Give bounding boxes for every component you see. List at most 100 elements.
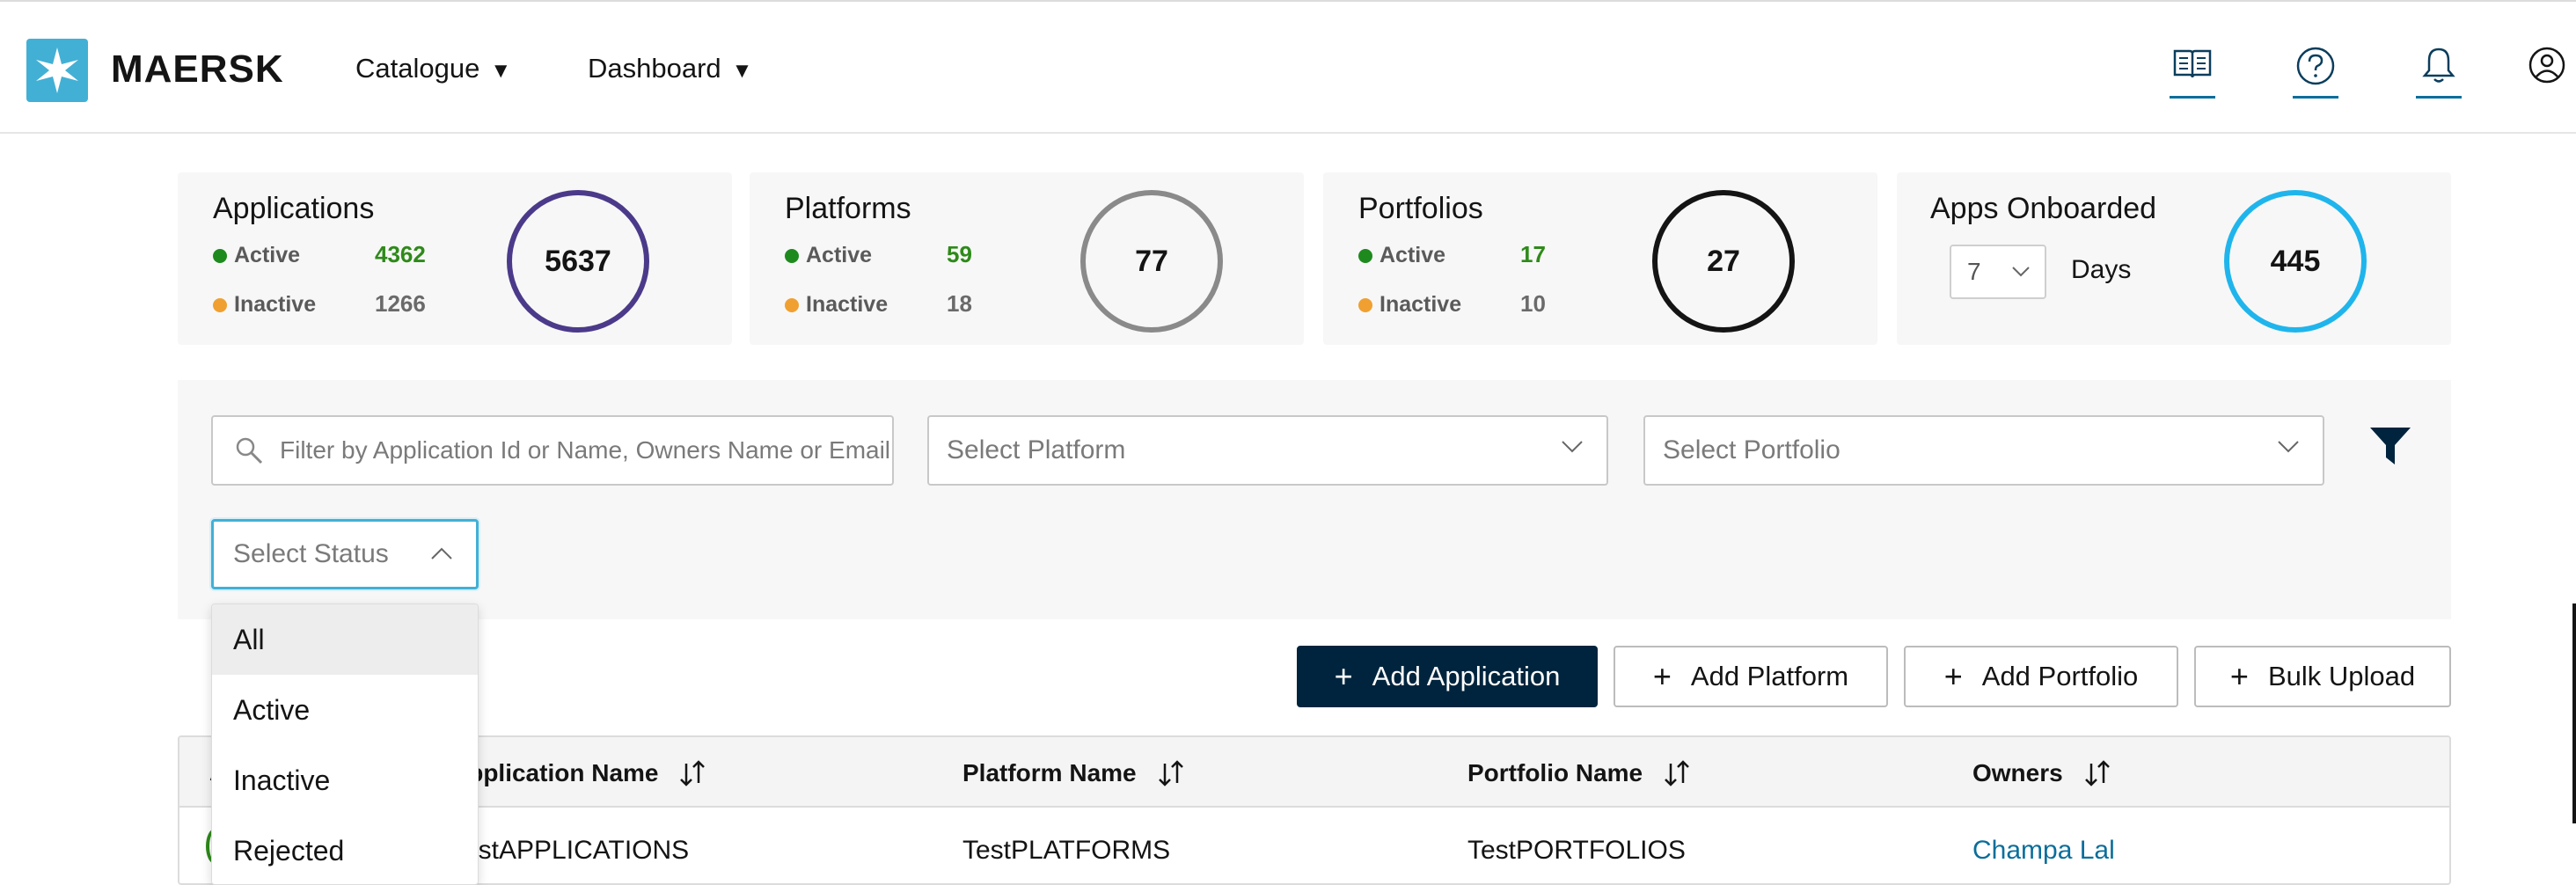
sort-icon[interactable] (677, 758, 707, 788)
filter-panel: Filter by Application Id or Name, Owners… (178, 380, 2451, 619)
status-select[interactable]: Select Status (211, 519, 479, 589)
sort-icon[interactable] (1156, 758, 1186, 788)
active-dot-icon (785, 248, 799, 263)
active-row: Active (213, 243, 300, 268)
status-dropdown-menu: All Active Inactive Rejected (211, 603, 479, 885)
card-title: Platforms (785, 192, 911, 225)
inactive-row: Inactive (1358, 292, 1461, 318)
filter-funnel-icon[interactable] (2368, 426, 2412, 466)
portfolio-placeholder: Select Portfolio (1663, 435, 1841, 464)
active-dot-icon (213, 248, 227, 263)
card-title: Apps Onboarded (1930, 192, 2157, 225)
nav-catalogue[interactable]: Catalogue ▼ (355, 53, 511, 84)
active-label: Active (806, 243, 873, 267)
user-icon[interactable] (2525, 46, 2569, 99)
active-row: Active (1358, 243, 1445, 268)
cell-portfolio-name: TestPORTFOLIOS (1467, 836, 1686, 865)
cell-application-name[interactable]: TestAPPLICATIONS (450, 836, 689, 866)
card-title: Portfolios (1358, 192, 1483, 225)
scrollbar[interactable] (2572, 603, 2576, 823)
add-portfolio-label: Add Portfolio (1981, 661, 2139, 691)
star-icon (36, 48, 78, 93)
nav-dashboard-label: Dashboard (588, 53, 721, 84)
column-header-application[interactable]: Application Name (450, 758, 707, 788)
portfolio-select[interactable]: Select Portfolio (1643, 415, 2324, 486)
cell-platform-name: TestPLATFORMS (962, 836, 1171, 865)
active-label: Active (1379, 243, 1446, 267)
portfolios-card: Portfolios Active 17 Inactive 10 27 (1323, 172, 1877, 345)
maersk-star-logo[interactable] (26, 39, 88, 102)
inactive-dot-icon (1358, 297, 1372, 312)
inactive-label: Inactive (1379, 292, 1462, 317)
card-title: Applications (213, 192, 375, 225)
book-icon[interactable] (2170, 46, 2215, 99)
add-application-button[interactable]: + Add Application (1297, 646, 1598, 707)
active-label: Active (234, 243, 301, 267)
inactive-count: 1266 (375, 290, 426, 317)
status-placeholder: Select Status (233, 539, 389, 568)
plus-icon: + (1652, 658, 1672, 694)
active-dot-icon (1358, 248, 1372, 263)
chevron-down-icon (2012, 267, 2030, 277)
inactive-dot-icon (785, 297, 799, 312)
column-header-owners[interactable]: Owners (1972, 758, 2112, 788)
inactive-row: Inactive (785, 292, 888, 318)
column-header-portfolio[interactable]: Portfolio Name (1467, 758, 1692, 788)
active-count: 59 (947, 241, 972, 267)
column-label: Portfolio Name (1467, 759, 1643, 786)
top-header: MAERSK Catalogue ▼ Dashboard ▼ (0, 0, 2576, 134)
search-placeholder: Filter by Application Id or Name, Owners… (280, 436, 891, 464)
active-count: 17 (1520, 241, 1546, 267)
help-icon[interactable] (2293, 46, 2338, 99)
plus-icon: + (2229, 658, 2249, 694)
inactive-dot-icon (213, 297, 227, 312)
total-ring: 27 (1652, 190, 1795, 333)
cell-owner-link[interactable]: Champa Lal (1972, 836, 2115, 866)
sort-icon[interactable] (2082, 758, 2112, 788)
days-label: Days (2071, 255, 2132, 284)
status-option-inactive[interactable]: Inactive (212, 745, 478, 816)
add-platform-button[interactable]: + Add Platform (1614, 646, 1888, 707)
inactive-row: Inactive (213, 292, 316, 318)
bulk-upload-button[interactable]: + Bulk Upload (2194, 646, 2451, 707)
nav-dashboard[interactable]: Dashboard ▼ (588, 53, 752, 84)
chevron-down-icon (1562, 441, 1583, 453)
active-row: Active (785, 243, 872, 268)
caret-down-icon: ▼ (731, 59, 753, 83)
inactive-label: Inactive (234, 292, 317, 317)
search-input[interactable]: Filter by Application Id or Name, Owners… (211, 415, 894, 486)
search-icon (236, 437, 263, 464)
add-portfolio-button[interactable]: + Add Portfolio (1904, 646, 2178, 707)
platforms-card: Platforms Active 59 Inactive 18 77 (750, 172, 1304, 345)
days-select-value: 7 (1967, 258, 1981, 285)
chevron-up-icon (431, 547, 452, 560)
applications-card: Applications Active 4362 Inactive 1266 5… (178, 172, 732, 345)
add-application-label: Add Application (1372, 661, 1561, 691)
total-ring: 77 (1080, 190, 1223, 333)
status-option-rejected[interactable]: Rejected (212, 816, 478, 884)
nav-catalogue-label: Catalogue (355, 53, 480, 84)
inactive-count: 18 (947, 290, 972, 317)
bulk-upload-label: Bulk Upload (2267, 661, 2416, 691)
add-platform-label: Add Platform (1690, 661, 1849, 691)
status-option-active[interactable]: Active (212, 675, 478, 745)
plus-icon: + (1943, 658, 1963, 694)
column-header-platform[interactable]: Platform Name (962, 758, 1186, 788)
brand-name: MAERSK (111, 48, 284, 91)
column-label: Platform Name (962, 759, 1137, 786)
inactive-count: 10 (1520, 290, 1546, 317)
active-count: 4362 (375, 241, 426, 267)
plus-icon: + (1334, 658, 1353, 694)
total-ring: 5637 (507, 190, 649, 333)
table-header: A Application Name Platform Name Portfol… (179, 737, 2449, 808)
bell-icon[interactable] (2416, 46, 2462, 99)
column-label: Owners (1972, 759, 2063, 786)
platform-select[interactable]: Select Platform (927, 415, 1608, 486)
platform-placeholder: Select Platform (947, 435, 1126, 464)
inactive-label: Inactive (806, 292, 889, 317)
total-ring: 445 (2224, 190, 2367, 333)
days-select[interactable]: 7 (1950, 245, 2046, 299)
column-label: Application Name (450, 759, 659, 786)
status-option-all[interactable]: All (212, 604, 478, 675)
sort-icon[interactable] (1662, 758, 1692, 788)
